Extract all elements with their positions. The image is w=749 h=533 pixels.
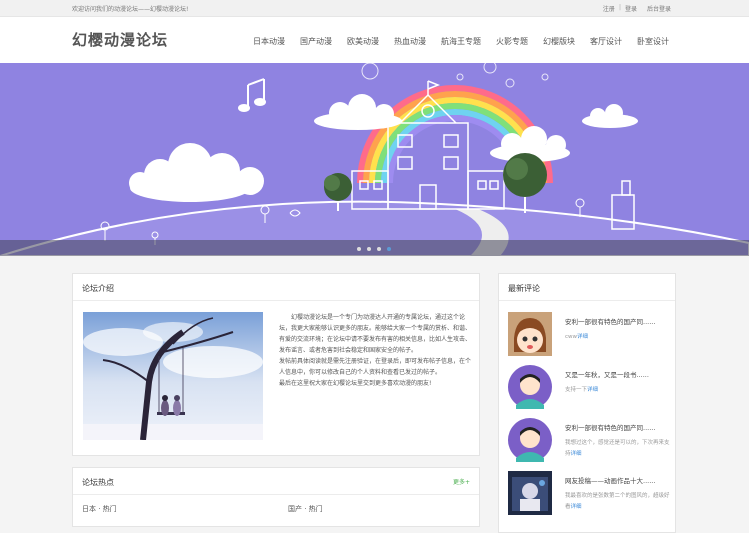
avatar-girl-icon [508,312,552,356]
nav-item-naruto[interactable]: 火影专题 [496,36,528,47]
hot-china-header[interactable]: 国产 · 热门 [288,504,323,514]
comment-detail-link[interactable]: 详细 [571,504,582,510]
nav-item-western-anime[interactable]: 欧美动漫 [347,36,379,47]
nav-item-one-piece[interactable]: 航海王专题 [441,36,481,47]
comment-item[interactable]: 安利一部很有特色的国产同...... 我想过这个，感觉还是可以的，下次再来支持详… [508,418,673,468]
swing-illustration [83,312,263,440]
top-links: 注册 | 登录 后台登录 [603,4,671,13]
avatar [508,418,552,462]
comment-title[interactable]: 安利一部很有特色的国产同...... [565,422,655,432]
avatar-photo-icon [508,471,552,515]
forum-hot-panel: 论坛热点 更多+ 日本 · 热门 国产 · 热门 [72,467,480,527]
site-header: 幻樱动漫论坛 日本动漫 国产动漫 欧美动漫 热血动漫 航海王专题 火影专题 幻樱… [0,17,749,63]
banner-carousel[interactable] [0,63,749,256]
comment-body: 支持一下详细 [565,385,673,396]
intro-paragraph-3: 最后在这里祝大家在幻樱论坛里交到更多喜欢动漫的朋友! [279,380,432,387]
intro-paragraph-1: 幻樱动漫论坛是一个专门为动漫达人开通的专属论坛，通过这个论坛，我更大家能够认识更… [279,314,472,354]
register-link[interactable]: 注册 [603,4,615,13]
forum-intro-title: 论坛介绍 [73,274,479,301]
main-content: 论坛介绍 幻樱动漫论坛是一个专门为动漫达人开通的专属论坛，通过这个论坛，我更大家… [0,256,749,533]
top-separator: | [618,4,621,11]
latest-comments-title: 最新评论 [499,274,675,301]
hot-japan-header[interactable]: 日本 · 热门 [82,504,117,514]
comment-text: 支持一下 [565,387,588,393]
comment-body: 我最喜欢的是张数第二个的图风的，超级好看详细 [565,491,673,513]
carousel-dot-4[interactable] [387,247,391,251]
bubble-graphics [361,63,549,88]
latest-comments-panel: 最新评论 安利一部很有特色的国产同...... cww详细 又是一年秋，又是一段… [498,273,676,533]
comment-text: cww [565,334,578,340]
login-link[interactable]: 登录 [625,4,637,13]
comment-title[interactable]: 网友投稿——动画作品十大...... [565,475,655,485]
comment-item[interactable]: 安利一部很有特色的国产同...... cww详细 [508,312,673,362]
nav-item-chinese-anime[interactable]: 国产动漫 [300,36,332,47]
carousel-dots [357,247,391,251]
comment-detail-link[interactable]: 详细 [587,387,598,393]
carousel-dot-3[interactable] [377,247,381,251]
avatar [508,312,552,356]
forum-intro-panel: 论坛介绍 幻樱动漫论坛是一个专门为动漫达人开通的专属论坛，通过这个论坛，我更大家… [72,273,480,456]
intro-image [83,312,263,440]
avatar-default-icon [508,365,552,409]
comment-detail-link[interactable]: 详细 [577,334,588,340]
comment-body: cww详细 [565,332,673,343]
comment-body: 我想过这个，感觉还是可以的，下次再来支持详细 [565,438,673,460]
site-logo[interactable]: 幻樱动漫论坛 [72,29,168,50]
intro-paragraph-2: 发帖前具体阅读就是需先注册验证，在登录后，即可发布帖子信息，在个人信息中，你可以… [279,358,472,376]
nav-item-japanese-anime[interactable]: 日本动漫 [253,36,285,47]
carousel-dot-1[interactable] [357,247,361,251]
avatar [508,471,552,515]
comment-title[interactable]: 又是一年秋，又是一段书...... [565,369,649,379]
avatar-default-icon [508,418,552,462]
nav-item-bedroom-design[interactable]: 卧室设计 [637,36,669,47]
nav-item-huanying-section[interactable]: 幻樱版块 [543,36,575,47]
more-link[interactable]: 更多+ [453,477,470,486]
nav-item-hot-blood-anime[interactable]: 热血动漫 [394,36,426,47]
forum-hot-title-text: 论坛热点 [82,478,114,487]
music-note-graphic [238,78,266,112]
carousel-dot-2[interactable] [367,247,371,251]
nav-item-living-room-design[interactable]: 客厅设计 [590,36,622,47]
admin-login-link[interactable]: 后台登录 [647,4,671,13]
main-nav: 日本动漫 国产动漫 欧美动漫 热血动漫 航海王专题 火影专题 幻樱版块 客厅设计… [253,36,669,47]
forum-hot-title: 论坛热点 更多+ [73,468,479,495]
welcome-text: 欢迎访问我们的动漫论坛——幻樱动漫论坛! [72,6,189,13]
comment-item[interactable]: 网友投稿——动画作品十大...... 我最喜欢的是张数第二个的图风的，超级好看详… [508,471,673,521]
comment-title[interactable]: 安利一部很有特色的国产同...... [565,316,655,326]
comment-item[interactable]: 又是一年秋，又是一段书...... 支持一下详细 [508,365,673,415]
banner-illustration [0,63,749,256]
avatar [508,365,552,409]
comment-detail-link[interactable]: 详细 [571,451,582,457]
intro-text: 幻樱动漫论坛是一个专门为动漫达人开通的专属论坛，通过这个论坛，我更大家能够认识更… [279,312,473,389]
top-bar: 欢迎访问我们的动漫论坛——幻樱动漫论坛! 注册 | 登录 后台登录 [0,0,749,17]
